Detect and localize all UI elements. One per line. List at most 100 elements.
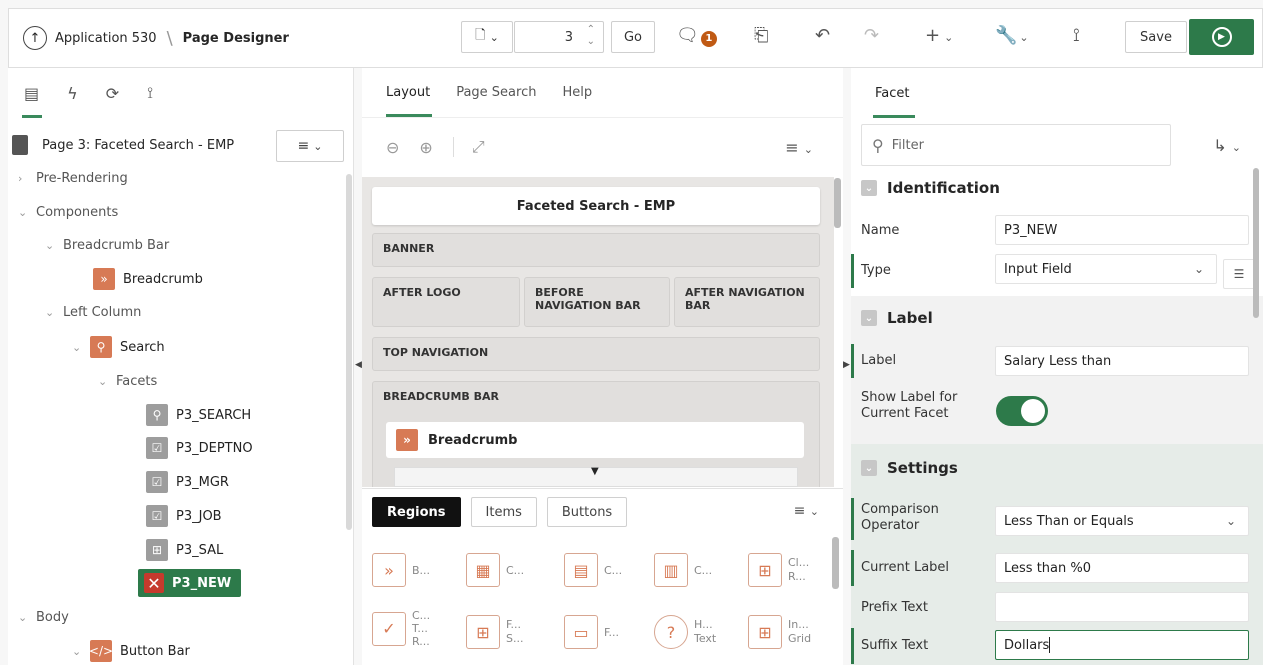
tree-node-p3-mgr[interactable]: ☑ P3_MGR (146, 471, 229, 493)
page-type-selector[interactable]: 🗋 ⌄ (461, 21, 513, 53)
tab-layout[interactable]: Layout (386, 85, 430, 100)
collapse-left-icon[interactable]: ◀ (355, 360, 362, 370)
chevron-right-icon[interactable]: › (18, 172, 28, 185)
property-filter-input[interactable]: ⚲ Filter (861, 124, 1171, 166)
property-scrollbar[interactable] (1253, 168, 1259, 318)
canvas-scrollbar[interactable] (834, 178, 841, 228)
gallery-tab-regions[interactable]: Regions (372, 497, 461, 527)
label-field[interactable]: Salary Less than (995, 346, 1249, 376)
page-number-input[interactable]: 3 ⌃ ⌄ (514, 21, 604, 53)
table-icon: ⊞ (748, 553, 782, 587)
tree-scrollbar[interactable] (346, 174, 352, 530)
lock-icon[interactable]: ⎗ (754, 25, 768, 46)
go-to-group-icon[interactable]: ↳ ⌄ (1213, 136, 1241, 155)
breadcrumb-icon: » (372, 553, 406, 587)
tab-help[interactable]: Help (562, 85, 592, 100)
gallery-item[interactable]: ⊞ F... S... (466, 615, 546, 649)
tree-node-facets[interactable]: ⌄ Facets (98, 374, 157, 389)
shared-components-icon[interactable]: ⟟ (1073, 25, 1080, 46)
gallery-scrollbar[interactable] (832, 537, 839, 589)
shared-components-tab-icon[interactable]: ⟟ (147, 83, 153, 103)
messages-button[interactable]: 🗨 1 (676, 25, 717, 47)
gallery-item[interactable]: ? H... Text (654, 615, 734, 649)
gallery-item[interactable]: ▦ C... (466, 553, 524, 587)
chevron-down-icon[interactable]: ⌄ (72, 645, 82, 658)
chevron-down-icon[interactable]: ⌄ (18, 206, 28, 219)
chevron-down-icon[interactable]: ⌄ (18, 611, 28, 624)
app-name-link[interactable]: Application 530 (55, 31, 157, 46)
required-marker (851, 550, 854, 586)
rendering-tab-icon[interactable]: ▤ (24, 84, 39, 103)
tree-node-breadcrumb[interactable]: » Breadcrumb (93, 268, 203, 290)
chevron-down-icon[interactable]: ⌄ (45, 306, 55, 319)
tree-node-p3-new[interactable]: ✕ P3_NEW (138, 569, 242, 597)
slot-after-navigation-bar[interactable]: AFTER NAVIGATION BAR (674, 277, 820, 327)
comparison-operator-select[interactable]: Less Than or Equals ⌄ (995, 506, 1249, 536)
gallery-tab-buttons[interactable]: Buttons (546, 497, 628, 527)
layout-menu-icon[interactable]: ≡ ⌄ (785, 138, 813, 157)
gallery-item[interactable]: ✓ C... T... R... (372, 609, 452, 648)
zoom-out-icon[interactable]: ⊖ (386, 138, 399, 157)
tree-node-p3-sal[interactable]: ⊞ P3_SAL (146, 539, 223, 561)
stepper-icon[interactable]: ⌃ ⌄ (587, 24, 595, 48)
tree-node-pre-rendering[interactable]: › Pre-Rendering (18, 171, 128, 186)
tree-node-button-bar[interactable]: ⌄ </> Button Bar (72, 640, 190, 662)
tree-node-p3-search[interactable]: ⚲ P3_SEARCH (146, 404, 251, 426)
gallery-item[interactable]: ⊞ Cl... R... (748, 553, 828, 587)
section-label[interactable]: ⌄ Label (851, 300, 1263, 336)
slot-banner[interactable]: BANNER (372, 233, 820, 267)
tab-page-search[interactable]: Page Search (456, 85, 536, 100)
type-select[interactable]: Input Field ⌄ (995, 254, 1217, 284)
zoom-in-icon[interactable]: ⊕ (419, 138, 432, 157)
tree-node-p3-job[interactable]: ☑ P3_JOB (146, 505, 222, 527)
go-button[interactable]: Go (611, 21, 655, 53)
save-button[interactable]: Save (1125, 21, 1187, 53)
utilities-wrench-icon[interactable]: 🔧 ⌄ (995, 25, 1029, 46)
slot-after-logo[interactable]: AFTER LOGO (372, 277, 520, 327)
up-arrow-icon[interactable]: ↑ (23, 26, 47, 50)
slot-before-navigation-bar[interactable]: BEFORE NAVIGATION BAR (524, 277, 670, 327)
redo-icon[interactable]: ↷ (864, 25, 879, 46)
slot-top-navigation[interactable]: TOP NAVIGATION (372, 337, 820, 371)
show-label-toggle[interactable] (996, 396, 1048, 426)
section-identification[interactable]: ⌄ Identification (851, 170, 1263, 206)
chevron-down-icon[interactable]: ⌄ (72, 341, 82, 354)
collapse-right-icon[interactable]: ▶ (843, 360, 850, 370)
tree-node-components[interactable]: ⌄ Components (18, 205, 118, 220)
gallery-item[interactable]: ▥ C... (654, 553, 712, 587)
gallery-item[interactable]: ▤ C... (564, 553, 622, 587)
tree-node-breadcrumb-bar[interactable]: ⌄ Breadcrumb Bar (45, 238, 169, 253)
gallery-item[interactable]: » B... (372, 553, 430, 587)
caret-down-icon: ▼ (591, 466, 599, 477)
collapse-icon[interactable]: ⌄ (861, 460, 877, 476)
tree-node-p3-deptno[interactable]: ☑ P3_DEPTNO (146, 437, 253, 459)
undo-icon[interactable]: ↶ (815, 25, 830, 46)
gallery-tab-items[interactable]: Items (470, 497, 537, 527)
canvas-breadcrumb-region[interactable]: » Breadcrumb (386, 422, 804, 458)
expand-icon[interactable]: ⤢ (452, 137, 485, 157)
list-icon[interactable]: ☰ (1223, 259, 1255, 289)
collapse-icon[interactable]: ⌄ (861, 310, 877, 326)
run-button[interactable]: ▶ (1189, 19, 1254, 55)
chevron-down-icon[interactable]: ⌄ (45, 239, 55, 252)
collapse-icon[interactable]: ⌄ (861, 180, 877, 196)
canvas-drop-zone[interactable]: ▼ (394, 466, 798, 487)
current-label-field[interactable]: Less than %0 (995, 553, 1249, 583)
tree-node-body[interactable]: ⌄ Body (18, 610, 69, 625)
name-field[interactable]: P3_NEW (995, 215, 1249, 245)
section-settings[interactable]: ⌄ Settings (851, 450, 1263, 486)
gallery-menu-icon[interactable]: ≡ ⌄ (794, 503, 819, 519)
suffix-text-field[interactable]: Dollars (995, 630, 1249, 660)
processing-tab-icon[interactable]: ⟳ (106, 84, 119, 103)
chevron-down-icon[interactable]: ⌄ (98, 375, 108, 388)
tree-menu-button[interactable]: ≡ ⌄ (276, 130, 344, 162)
create-menu-button[interactable]: + ⌄ (925, 25, 953, 46)
tab-facet[interactable]: Facet (875, 86, 910, 101)
tree-node-left-column[interactable]: ⌄ Left Column (45, 305, 141, 320)
tree-node-search[interactable]: ⌄ ⚲ Search (72, 336, 165, 358)
gallery-item[interactable]: ▭ F... (564, 615, 619, 649)
gallery-item[interactable]: ⊞ In... Grid (748, 615, 828, 649)
dynamic-actions-tab-icon[interactable]: ϟ (67, 84, 78, 103)
prefix-text-field[interactable] (995, 592, 1249, 622)
tree-page-title[interactable]: Page 3: Faceted Search - EMP (42, 138, 234, 153)
